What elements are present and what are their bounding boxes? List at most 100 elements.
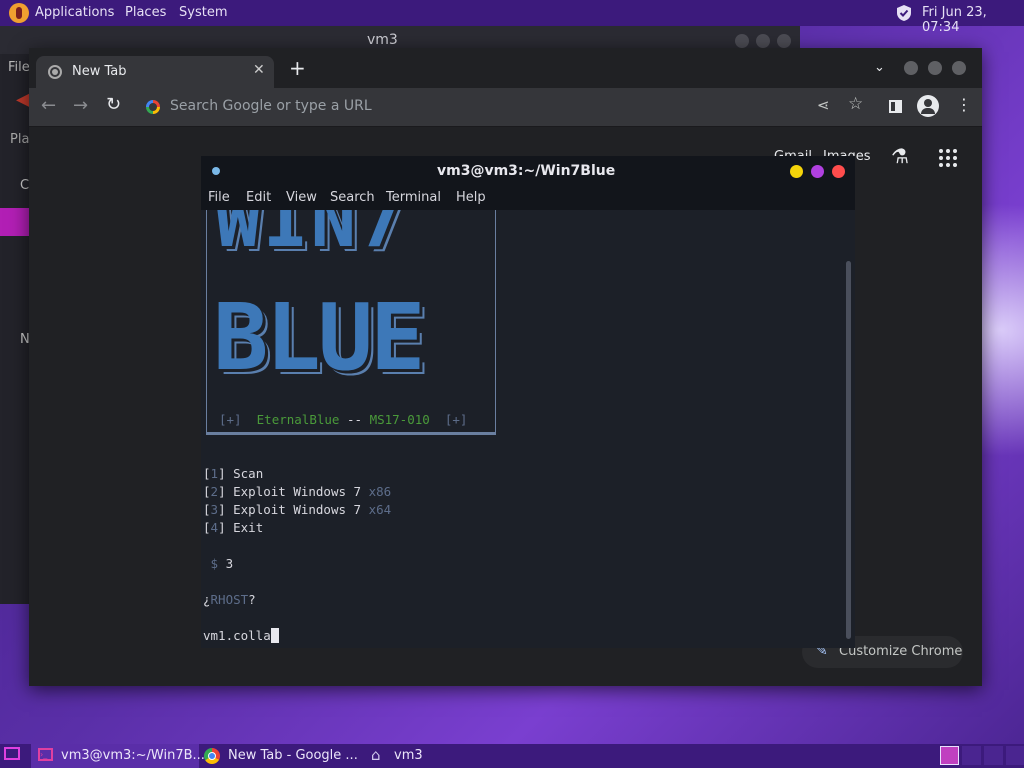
menu-search[interactable]: Search	[330, 190, 375, 205]
banner-word-win7: WIN7	[215, 210, 407, 264]
taskbar-label: vm3	[394, 748, 423, 763]
option-suffix: x86	[368, 484, 392, 499]
top-panel: Applications Places System Fri Jun 23, 0…	[0, 0, 1024, 35]
sidebar-item[interactable]: C	[20, 178, 29, 193]
banner-tagline: [+] EternalBlue -- MS17-010 [+]	[219, 412, 467, 427]
customize-chrome-label: Customize Chrome	[839, 644, 963, 659]
menu-file[interactable]: File	[208, 190, 230, 205]
system-menu[interactable]: System	[179, 5, 227, 20]
forward-arrow-icon[interactable]: →	[73, 95, 88, 116]
prompt-symbol: $	[210, 556, 219, 571]
profile-avatar-icon[interactable]	[917, 95, 939, 117]
minimize-button[interactable]	[904, 61, 918, 75]
menu-option: [3] Exploit Windows 7 x64	[203, 502, 392, 517]
rhost-label: RHOST	[210, 592, 249, 607]
reload-icon[interactable]: ↻	[106, 94, 121, 115]
file-manager-title: vm3	[367, 32, 398, 48]
menu-help[interactable]: Help	[456, 190, 486, 205]
banner-separator: --	[346, 412, 363, 427]
bottom-taskbar: ›_ vm3@vm3:~/Win7B... New Tab - Google .…	[0, 744, 1024, 768]
menu-option: [2] Exploit Windows 7 x86	[203, 484, 392, 499]
show-desktop-icon[interactable]	[4, 747, 20, 760]
terminal-title: vm3@vm3:~/Win7Blue	[437, 163, 616, 179]
menu-option: [4] Exit	[203, 520, 264, 535]
sidebar-places: Pla	[10, 132, 30, 147]
terminal-menubar: File Edit View Search Terminal Help	[201, 186, 855, 210]
new-tab-button[interactable]: +	[289, 56, 306, 80]
maximize-button[interactable]	[811, 165, 824, 178]
tab-strip[interactable]: New Tab ✕ + ⌄	[29, 48, 982, 88]
bookmark-star-icon[interactable]: ☆	[848, 94, 863, 114]
prompt-line: $ 3	[203, 556, 234, 571]
labs-flask-icon[interactable]: ⚗	[891, 144, 909, 168]
rhost-suffix: ?	[248, 592, 256, 607]
option-text: Scan	[233, 466, 264, 481]
terminal-scrollbar[interactable]	[846, 261, 851, 639]
input-line[interactable]: vm1.colla	[203, 628, 279, 643]
taskbar-item-terminal[interactable]: ›_ vm3@vm3:~/Win7B...	[31, 744, 205, 768]
maximize-button[interactable]	[756, 34, 770, 48]
banner-eternalblue: EternalBlue	[256, 412, 340, 427]
taskbar-item-chrome[interactable]: New Tab - Google ...	[200, 744, 366, 768]
option-number: 1	[210, 466, 219, 481]
maximize-button[interactable]	[928, 61, 942, 75]
menu-option: [1] Scan	[203, 466, 264, 481]
minimize-button[interactable]	[735, 34, 749, 48]
rhost-prompt: ¿RHOST?	[203, 592, 256, 607]
terminal-status-dot	[212, 167, 220, 175]
close-button[interactable]	[952, 61, 966, 75]
terminal-cursor	[270, 628, 279, 643]
option-suffix: x64	[368, 502, 392, 517]
option-text: Exploit Windows 7	[233, 502, 362, 517]
close-button[interactable]	[832, 165, 845, 178]
terminal-window: vm3@vm3:~/Win7Blue File Edit View Search…	[201, 156, 855, 648]
banner-bracket: [+]	[219, 412, 242, 427]
distro-logo-icon[interactable]	[9, 3, 29, 23]
side-panel-icon[interactable]	[889, 100, 902, 113]
menu-view[interactable]: View	[286, 190, 317, 205]
option-text: Exit	[233, 520, 264, 535]
clock[interactable]: Fri Jun 23, 07:34	[922, 5, 1024, 35]
chrome-logo-icon	[48, 65, 62, 79]
taskbar-item-home[interactable]: ⌂ vm3	[366, 744, 436, 768]
back-arrow-icon[interactable]: ←	[41, 95, 56, 116]
close-tab-icon[interactable]: ✕	[253, 62, 265, 78]
chrome-toolbar: ← → ↻ Search Google or type a URL ⋖ ☆ ⋮	[29, 88, 982, 127]
apps-grid-icon[interactable]	[939, 149, 957, 167]
omnibox[interactable]: Search Google or type a URL	[136, 92, 836, 122]
tab-search-chevron-icon[interactable]: ⌄	[874, 60, 885, 75]
back-arrow-icon[interactable]: ◀	[16, 89, 30, 110]
places-menu[interactable]: Places	[125, 5, 166, 20]
minimize-button[interactable]	[790, 165, 803, 178]
terminal-titlebar[interactable]: vm3@vm3:~/Win7Blue	[201, 156, 855, 186]
menu-edit[interactable]: Edit	[246, 190, 271, 205]
tab-title: New Tab	[72, 64, 127, 79]
file-menu[interactable]: File	[8, 60, 30, 75]
chrome-logo-icon	[204, 748, 220, 764]
option-text: Exploit Windows 7	[233, 484, 362, 499]
share-icon[interactable]: ⋖	[817, 96, 830, 114]
menu-terminal[interactable]: Terminal	[386, 190, 441, 205]
sidebar-selected-item[interactable]	[0, 208, 29, 236]
workspace-switcher-4[interactable]	[1006, 746, 1024, 765]
workspace-switcher-2[interactable]	[962, 746, 981, 765]
terminal-output[interactable]: WIN7 BLUE [+] EternalBlue -- MS17-010 [+…	[201, 210, 855, 648]
option-number: 3	[210, 502, 219, 517]
workspace-switcher-1[interactable]	[940, 746, 959, 765]
banner-word-blue: BLUE	[213, 284, 426, 391]
tab-new-tab[interactable]: New Tab ✕	[36, 56, 274, 88]
applications-menu[interactable]: Applications	[35, 5, 114, 20]
current-input: vm1.colla	[203, 628, 271, 643]
taskbar-label: vm3@vm3:~/Win7B...	[61, 748, 205, 763]
shield-icon[interactable]	[896, 4, 912, 22]
close-button[interactable]	[777, 34, 791, 48]
terminal-icon: ›_	[38, 748, 53, 761]
google-g-icon	[146, 100, 160, 114]
prompt-input: 3	[225, 556, 234, 571]
workspace-switcher-3[interactable]	[984, 746, 1003, 765]
option-number: 4	[210, 520, 219, 535]
option-number: 2	[210, 484, 219, 499]
chrome-menu-icon[interactable]: ⋮	[956, 95, 972, 114]
taskbar-label: New Tab - Google ...	[228, 748, 358, 763]
rhost-prefix: ¿	[203, 592, 211, 607]
